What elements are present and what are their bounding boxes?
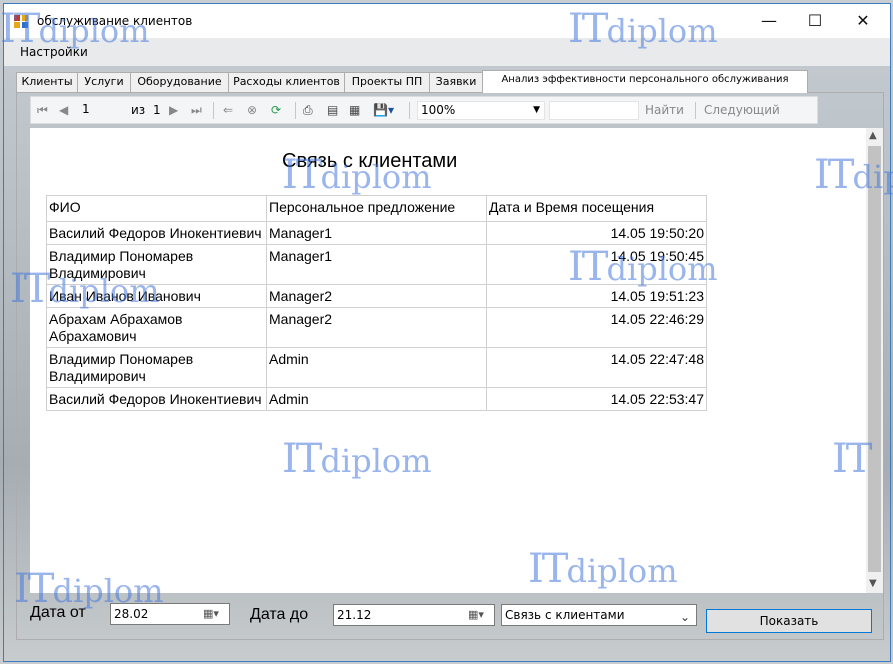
- cell-offer: Admin: [266, 387, 487, 411]
- table-header-row: ФИО Персональное предложение Дата и Врем…: [46, 195, 707, 222]
- page-total: 1: [153, 103, 161, 117]
- report-toolbar: ⏮ ◀ 1 из 1 ▶ ⏭ ⇐ ⊗ ⟳ ⎙ ▤ ▦ 💾▾ 100% ▼ Най…: [30, 96, 818, 124]
- print-layout-icon[interactable]: ▤: [327, 102, 338, 118]
- close-button[interactable]: ✕: [840, 4, 886, 38]
- calendar-icon[interactable]: ▦▾: [468, 608, 492, 622]
- report-select[interactable]: Связь с клиентами ⌄: [501, 604, 697, 626]
- app-window: обслуживание клиентов — ☐ ✕ Настройки Кл…: [0, 3, 893, 662]
- table-row: Василий Федоров Инокентиевич Admin 14.05…: [46, 387, 707, 411]
- cell-name: Владимир Пономарев Владимирович: [46, 244, 267, 285]
- first-page-icon[interactable]: ⏮: [37, 102, 48, 118]
- calendar-icon[interactable]: ▦▾: [203, 607, 227, 621]
- last-page-icon[interactable]: ⏭: [191, 102, 202, 118]
- column-header: Дата и Время посещения: [486, 195, 707, 222]
- app-icon: [14, 15, 30, 29]
- minimize-button[interactable]: —: [746, 4, 792, 38]
- prev-page-icon[interactable]: ◀: [59, 102, 68, 118]
- cell-name: Абрахам Абрахамов Абрахамович: [46, 307, 267, 348]
- cell-name: Владимир Пономарев Владимирович: [46, 347, 267, 388]
- tab-clients[interactable]: Клиенты: [16, 72, 78, 92]
- table-row: Владимир Пономарев Владимирович Manager1…: [46, 244, 707, 285]
- tab-projects[interactable]: Проекты ПП: [344, 72, 430, 92]
- table-row: Абрахам Абрахамов Абрахамович Manager2 1…: [46, 307, 707, 348]
- tab-services[interactable]: Услуги: [77, 72, 131, 92]
- window-title: обслуживание клиентов: [37, 14, 193, 28]
- date-to-label: Дата до: [250, 606, 309, 623]
- refresh-icon[interactable]: ⟳: [271, 102, 281, 118]
- scroll-up-icon[interactable]: ▲: [869, 130, 877, 141]
- title-bar: обслуживание клиентов — ☐ ✕: [4, 4, 890, 38]
- cell-offer: Manager1: [266, 244, 487, 285]
- chevron-down-icon: ⌄: [679, 610, 690, 624]
- tab-panel: ⏮ ◀ 1 из 1 ▶ ⏭ ⇐ ⊗ ⟳ ⎙ ▤ ▦ 💾▾ 100% ▼ Най…: [16, 92, 884, 640]
- cell-offer: Manager1: [266, 221, 487, 245]
- report-title: Связь с клиентами: [282, 150, 458, 172]
- find-text-input[interactable]: [549, 101, 639, 120]
- zoom-value: 100%: [421, 103, 456, 117]
- zoom-select[interactable]: 100% ▼: [417, 101, 545, 120]
- date-from-value: 28.02: [114, 607, 149, 621]
- tab-equipment[interactable]: Оборудование: [130, 72, 229, 92]
- tab-requests[interactable]: Заявки: [429, 72, 483, 92]
- print-icon[interactable]: ⎙: [303, 102, 313, 118]
- export-icon[interactable]: 💾▾: [373, 102, 394, 118]
- page-of-label: из: [131, 103, 146, 117]
- date-from-picker[interactable]: 28.02 ▦▾: [110, 603, 230, 625]
- cell-name: Василий Федоров Инокентиевич: [46, 221, 267, 245]
- menu-bar: Настройки: [4, 38, 890, 66]
- page-setup-icon[interactable]: ▦: [349, 102, 360, 118]
- next-page-icon[interactable]: ▶: [169, 102, 178, 118]
- maximize-button[interactable]: ☐: [792, 4, 838, 38]
- cell-offer: Manager2: [266, 307, 487, 348]
- tab-service-analysis[interactable]: Анализ эффективности персонального обслу…: [482, 70, 808, 93]
- cell-datetime: 14.05 22:53:47: [486, 387, 707, 411]
- column-header: ФИО: [46, 195, 267, 222]
- scroll-down-icon[interactable]: ▼: [869, 578, 877, 589]
- cell-name: Иван Иванов Иванович: [46, 284, 267, 308]
- report-scrollbar[interactable]: ▲ ▼: [866, 128, 883, 593]
- report-table: ФИО Персональное предложение Дата и Врем…: [46, 195, 707, 411]
- cell-datetime: 14.05 19:50:45: [486, 244, 707, 285]
- date-to-picker[interactable]: 21.12 ▦▾: [333, 604, 495, 626]
- cell-datetime: 14.05 19:50:20: [486, 221, 707, 245]
- cell-datetime: 14.05 19:51:23: [486, 284, 707, 308]
- find-link[interactable]: Найти: [645, 102, 684, 118]
- show-button[interactable]: Показать: [706, 609, 872, 633]
- table-row: Владимир Пономарев Владимирович Admin 14…: [46, 347, 707, 388]
- stop-icon[interactable]: ⊗: [247, 102, 257, 118]
- tab-client-expenses[interactable]: Расходы клиентов: [228, 72, 345, 92]
- cell-datetime: 14.05 22:47:48: [486, 347, 707, 388]
- page-number-input[interactable]: 1: [79, 101, 117, 120]
- report-select-value: Связь с клиентами: [505, 608, 625, 622]
- cell-offer: Manager2: [266, 284, 487, 308]
- cell-name: Василий Федоров Инокентиевич: [46, 387, 267, 411]
- back-icon[interactable]: ⇐: [223, 102, 233, 118]
- menu-settings[interactable]: Настройки: [20, 45, 88, 59]
- report-viewer: Связь с клиентами ФИО Персональное предл…: [30, 128, 866, 593]
- date-to-value: 21.12: [337, 608, 372, 622]
- find-next-link[interactable]: Следующий: [704, 102, 780, 118]
- table-row: Иван Иванов Иванович Manager2 14.05 19:5…: [46, 284, 707, 308]
- date-from-label: Дата от: [30, 604, 86, 621]
- chevron-down-icon: ▼: [533, 105, 540, 115]
- table-row: Василий Федоров Инокентиевич Manager1 14…: [46, 221, 707, 245]
- cell-datetime: 14.05 22:46:29: [486, 307, 707, 348]
- column-header: Персональное предложение: [266, 195, 487, 222]
- cell-offer: Admin: [266, 347, 487, 388]
- scroll-thumb[interactable]: [868, 146, 881, 572]
